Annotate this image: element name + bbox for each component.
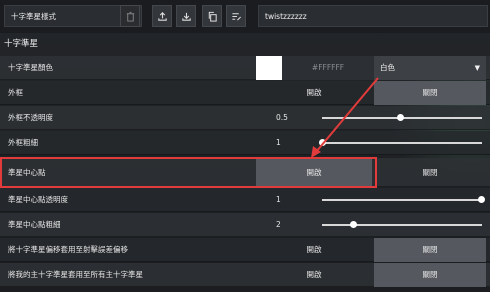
outline-off-button[interactable]: 關閉 xyxy=(374,81,486,105)
edit-list-icon xyxy=(231,12,241,21)
row-label: 十字準星顏色 xyxy=(8,63,53,72)
row-label: 將我的主十字準星套用至所有主十字準星 xyxy=(8,270,143,279)
row-center-dot-opacity: 準星中心點透明度 1 xyxy=(0,188,490,212)
row-label: 外框粗細 xyxy=(8,138,38,147)
row-apply-to-all: 將我的主十字準星套用至所有主十字準星 開啟 關閉 xyxy=(0,263,490,287)
color-select-value: 白色 xyxy=(380,63,395,72)
row-outline-thickness: 外框粗細 1 xyxy=(0,131,490,155)
download-icon xyxy=(181,12,191,21)
crosshair-code-value: twistzzzzzz xyxy=(265,11,307,21)
slider-track[interactable] xyxy=(322,224,482,226)
row-label: 準星中心點粗細 xyxy=(8,220,61,229)
row-label: 外框 xyxy=(8,88,23,97)
highlight-box xyxy=(0,157,377,188)
row-label: 準星中心點透明度 xyxy=(8,195,68,204)
delete-button[interactable] xyxy=(120,5,140,27)
copy-icon xyxy=(208,11,217,22)
apply-all-off-button[interactable]: 關閉 xyxy=(374,263,486,287)
top-toolbar: 十字準星樣式 twistzzzzzz xyxy=(0,0,490,33)
copy-button[interactable] xyxy=(202,5,222,27)
slider-value[interactable]: 2 xyxy=(276,213,281,237)
row-outline: 外框 開啟 關閉 xyxy=(0,81,490,105)
crosshair-code-input[interactable]: twistzzzzzz xyxy=(258,5,488,27)
firing-error-on-button[interactable]: 開啟 xyxy=(256,238,372,262)
edit-list-button[interactable] xyxy=(226,5,246,27)
slider-thumb[interactable] xyxy=(397,114,404,121)
color-hex-input[interactable]: #FFFFFF xyxy=(282,56,374,80)
outline-on-button[interactable]: 開啟 xyxy=(256,81,372,105)
firing-error-off-button[interactable]: 關閉 xyxy=(374,238,486,262)
slider-value[interactable]: 1 xyxy=(276,131,281,155)
download-button[interactable] xyxy=(176,5,196,27)
slider-value[interactable]: 1 xyxy=(276,188,281,212)
row-firing-error-offset: 將十字準星偏移套用至射擊誤差偏移 開啟 關閉 xyxy=(0,238,490,262)
slider-value[interactable]: 0.5 xyxy=(276,106,288,130)
color-select[interactable]: 白色 ▼ xyxy=(374,56,486,80)
slider-track[interactable] xyxy=(322,142,482,144)
row-label: 將十字準星偏移套用至射擊誤差偏移 xyxy=(8,245,128,254)
preset-select-label: 十字準星樣式 xyxy=(11,11,56,21)
row-label: 外框不透明度 xyxy=(8,113,53,122)
upload-icon xyxy=(157,11,167,21)
slider-thumb[interactable] xyxy=(478,196,485,203)
row-outline-opacity: 外框不透明度 0.5 xyxy=(0,106,490,130)
slider-thumb[interactable] xyxy=(319,139,326,146)
slider-thumb[interactable] xyxy=(350,221,357,228)
center-dot-off-button[interactable]: 關閉 xyxy=(374,158,486,187)
color-swatch[interactable] xyxy=(256,56,282,80)
trash-icon xyxy=(126,11,134,22)
upload-button[interactable] xyxy=(152,5,172,27)
chevron-down-icon: ▼ xyxy=(474,64,480,72)
slider-track[interactable] xyxy=(322,199,482,201)
apply-all-on-button[interactable]: 開啟 xyxy=(256,263,372,287)
section-title: 十字準星 xyxy=(4,39,39,49)
row-center-dot-thickness: 準星中心點粗細 2 xyxy=(0,213,490,237)
